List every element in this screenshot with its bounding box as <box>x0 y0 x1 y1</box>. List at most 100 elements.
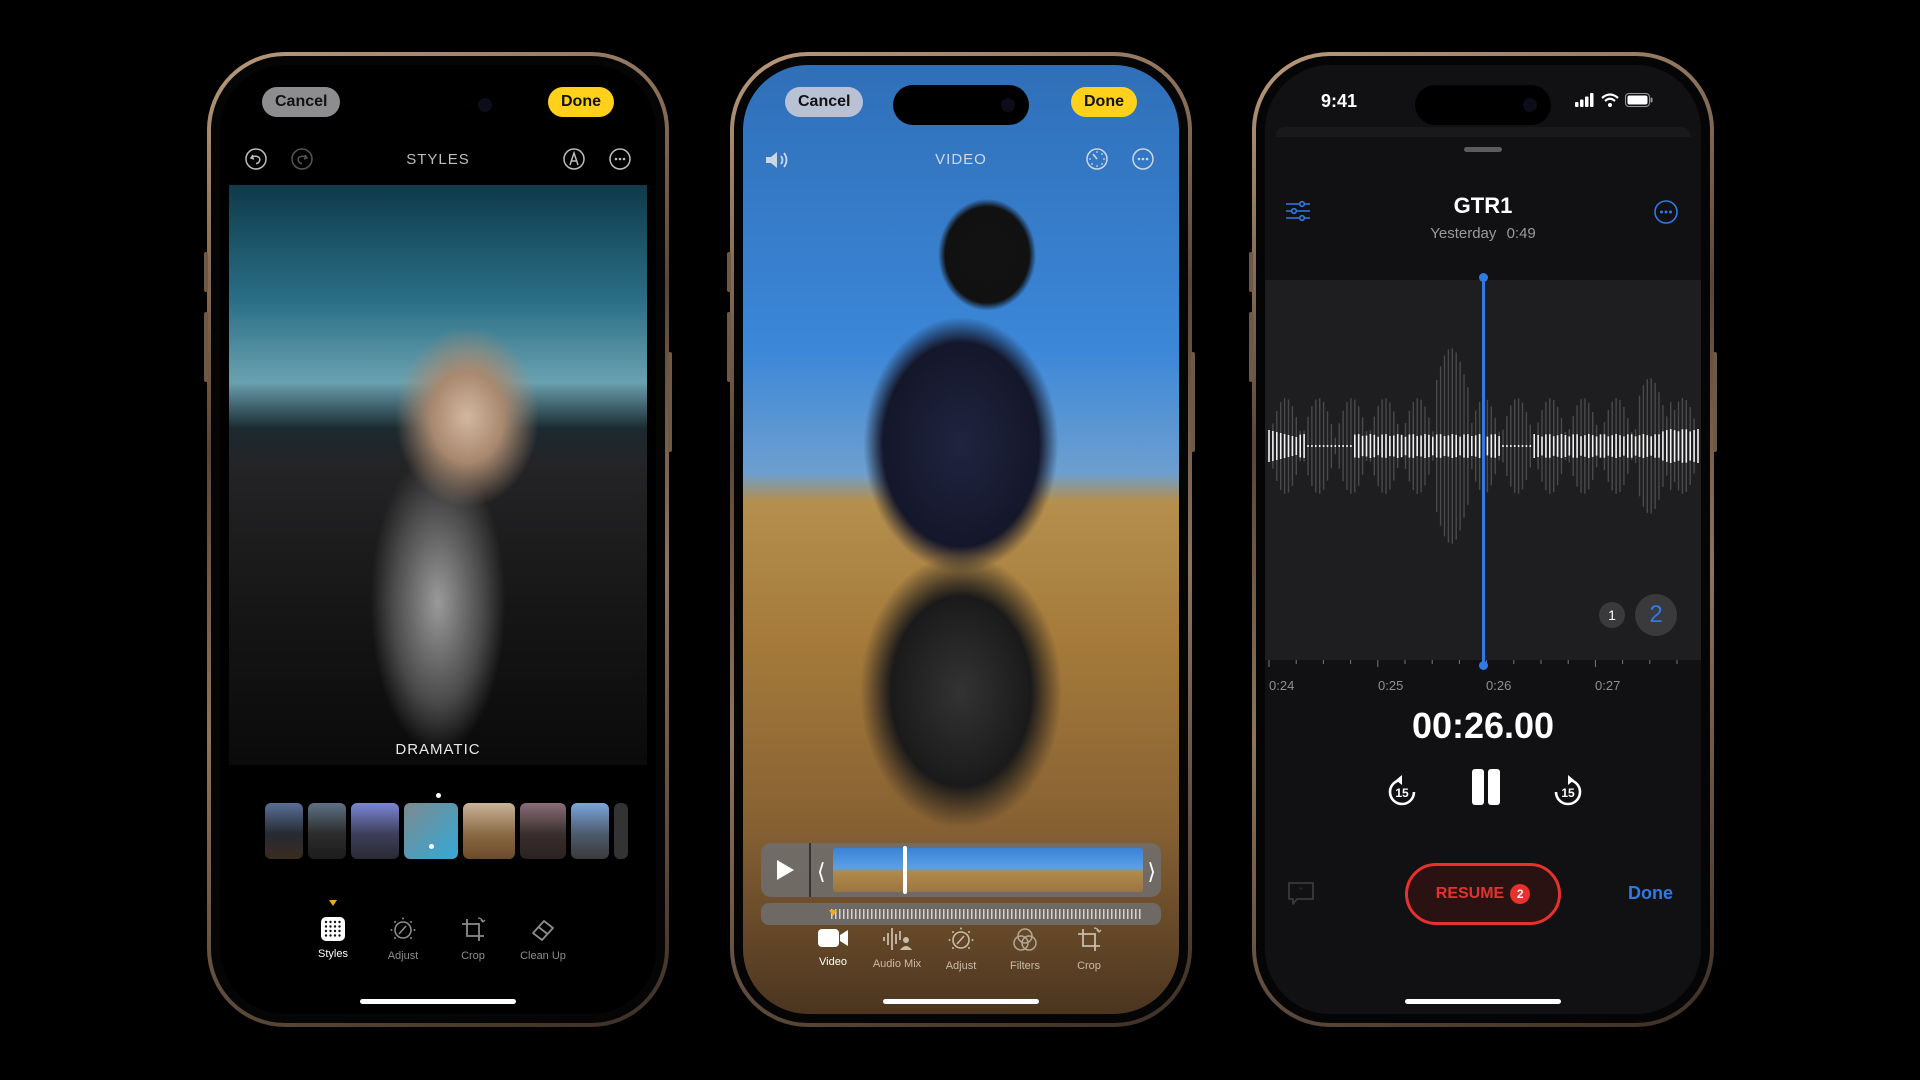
wifi-icon <box>1601 93 1619 107</box>
side-button <box>668 352 672 452</box>
trimmer-frames <box>833 848 1143 892</box>
cancel-button[interactable]: Cancel <box>785 87 864 117</box>
tool-video[interactable]: Video <box>802 910 864 972</box>
skip-forward-15-button[interactable]: 15 <box>1551 773 1585 809</box>
tool-label: Crop <box>1077 960 1101 972</box>
cancel-button[interactable]: Cancel <box>262 87 341 117</box>
layer-1-button[interactable]: 1 <box>1599 602 1625 628</box>
tool-crop[interactable]: Crop <box>1058 926 1120 972</box>
battery-icon <box>1625 93 1653 107</box>
recording-title[interactable]: GTR1 <box>1265 193 1701 219</box>
side-button <box>1191 352 1195 452</box>
timeline-label: 0:24 <box>1269 678 1295 693</box>
playhead-top-knob[interactable] <box>1479 273 1488 282</box>
play-button[interactable] <box>761 843 811 897</box>
playhead-bottom-knob[interactable] <box>1479 661 1488 670</box>
bottom-actions: " RESUME 2 Done <box>1265 863 1701 925</box>
photo-preview[interactable] <box>229 185 647 765</box>
more-icon[interactable] <box>608 147 632 171</box>
style-thumbnail[interactable] <box>520 803 566 859</box>
volume-down-button <box>727 312 731 382</box>
tool-crop[interactable]: Crop <box>442 916 504 962</box>
adjust-dial-icon <box>947 926 975 954</box>
screen: Cancel Done VIDEO ⟨ ⟩ Video Audio Mix Ad… <box>743 65 1179 1014</box>
dynamic-island <box>1415 85 1551 125</box>
done-button[interactable]: Done <box>548 87 614 117</box>
tool-adjust[interactable]: Adjust <box>930 926 992 972</box>
trim-end-handle[interactable]: ⟩ <box>1147 859 1156 885</box>
style-thumbnail[interactable] <box>308 803 346 859</box>
transcript-icon[interactable]: " <box>1287 881 1315 907</box>
volume-down-button <box>204 312 208 382</box>
trim-start-handle[interactable]: ⟨ <box>817 859 826 885</box>
volume-up-button <box>727 252 731 292</box>
tool-label: Filters <box>1010 960 1040 972</box>
sheet-grabber[interactable] <box>1464 147 1502 152</box>
more-icon[interactable] <box>1653 199 1679 225</box>
skip-back-15-button[interactable]: 15 <box>1385 773 1419 809</box>
tool-audio-mix[interactable]: Audio Mix <box>866 926 928 972</box>
home-indicator[interactable] <box>360 999 516 1004</box>
tool-label: Adjust <box>945 960 977 972</box>
pause-button[interactable] <box>1469 767 1503 807</box>
playback-controls: 15 15 <box>1265 765 1701 815</box>
active-caret-icon <box>829 910 837 916</box>
trim-playhead[interactable] <box>903 846 907 894</box>
pause-icon <box>1472 769 1500 805</box>
recording-length: 0:49 <box>1506 225 1536 242</box>
dynamic-island <box>893 85 1029 125</box>
style-thumbnail[interactable] <box>614 803 628 859</box>
edit-toolbar: Styles Adjust Crop Clean Up <box>220 900 656 962</box>
recording-meta: Yesterday 0:49 <box>1265 225 1701 242</box>
tool-label: Audio Mix <box>872 958 922 970</box>
tool-label: Crop <box>461 950 485 962</box>
phone-voice-memos: 9:41 GTR1 Yesterday 0:49 1 2 0:24 0:25 0… <box>1249 52 1717 1027</box>
more-icon[interactable] <box>1131 147 1155 171</box>
audio-mix-icon <box>881 926 913 952</box>
tool-adjust[interactable]: Adjust <box>372 916 434 962</box>
style-thumbnail[interactable] <box>351 803 399 859</box>
phone-video-editor: Cancel Done VIDEO ⟨ ⟩ Video Audio Mix Ad… <box>727 52 1195 1027</box>
volume-up-button <box>1249 252 1253 292</box>
resume-button[interactable]: RESUME 2 <box>1405 863 1561 925</box>
style-thumbnail-strip[interactable] <box>265 803 628 861</box>
screen: Cancel Done STYLES DRAMATIC Styles Adjus… <box>220 65 656 1014</box>
screen: 9:41 GTR1 Yesterday 0:49 1 2 0:24 0:25 0… <box>1265 65 1701 1014</box>
tool-label: Adjust <box>387 950 419 962</box>
editor-title: STYLES <box>406 151 470 168</box>
frame-scrubber[interactable] <box>761 903 1161 925</box>
speed-icon[interactable] <box>1085 147 1109 171</box>
style-thumbnail-selected[interactable] <box>404 803 458 859</box>
styles-grid-icon <box>320 916 346 942</box>
video-trimmer[interactable]: ⟨ ⟩ <box>761 843 1161 897</box>
layer-2-button[interactable]: 2 <box>1635 594 1677 636</box>
volume-down-button <box>1249 312 1253 382</box>
filters-icon <box>1011 926 1039 954</box>
tool-filters[interactable]: Filters <box>994 926 1056 972</box>
eraser-icon <box>529 916 557 944</box>
editor-title: VIDEO <box>935 151 987 168</box>
tool-styles[interactable]: Styles <box>302 900 364 962</box>
playhead-line[interactable] <box>1482 276 1485 668</box>
status-time: 9:41 <box>1321 91 1358 111</box>
done-button[interactable]: Done <box>1628 883 1673 904</box>
home-indicator[interactable] <box>1405 999 1561 1004</box>
adjust-dial-icon <box>389 916 417 944</box>
tool-label: Styles <box>318 948 348 960</box>
cellular-signal-icon <box>1575 93 1594 107</box>
dynamic-island <box>370 85 506 125</box>
page-dot <box>435 793 441 798</box>
active-caret-icon <box>329 900 337 906</box>
markup-icon[interactable] <box>562 147 586 171</box>
style-thumbnail[interactable] <box>265 803 303 859</box>
timeline-label: 0:27 <box>1595 678 1621 693</box>
tool-clean-up[interactable]: Clean Up <box>512 916 574 962</box>
edit-topbar: STYLES <box>220 143 656 177</box>
style-thumbnail[interactable] <box>463 803 515 859</box>
home-indicator[interactable] <box>883 999 1039 1004</box>
done-button[interactable]: Done <box>1071 87 1137 117</box>
crop-icon <box>1075 926 1103 954</box>
style-thumbnail[interactable] <box>571 803 609 859</box>
svg-text:": " <box>1299 886 1302 896</box>
layer-switcher[interactable]: 1 2 <box>1595 590 1681 640</box>
